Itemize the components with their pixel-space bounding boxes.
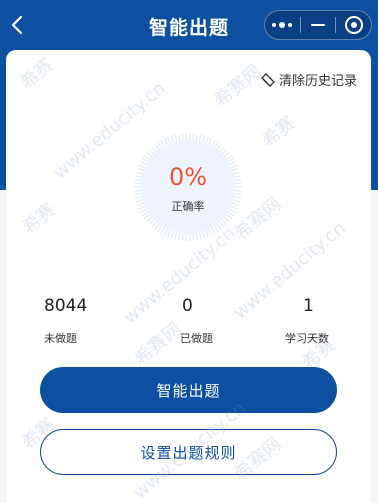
dial-tick: [201, 231, 206, 239]
dial-tick: [213, 141, 219, 149]
target-close-icon[interactable]: [336, 11, 371, 39]
dial-tick: [170, 231, 175, 239]
dial-tick: [207, 138, 213, 146]
accuracy-label: 正确率: [171, 200, 205, 213]
eraser-icon: [261, 72, 275, 87]
dial-tick: [174, 232, 178, 240]
dial-tick: [204, 230, 209, 238]
dial-tick: [198, 232, 202, 240]
dial-tick: [204, 136, 209, 144]
dial-tick: [207, 228, 213, 236]
dial-tick: [210, 139, 216, 147]
dial-tick: [146, 216, 153, 223]
dial-tick: [198, 134, 202, 142]
dial-tick: [181, 233, 184, 241]
stat-value: 0: [182, 296, 193, 316]
dial-tick: [221, 219, 228, 226]
dial-tick: [201, 135, 206, 143]
dial-tick: [195, 233, 199, 241]
quiz-rules-button[interactable]: 设置出题规则: [40, 429, 337, 475]
minimize-icon[interactable]: [301, 11, 336, 39]
dial-tick: [157, 225, 163, 233]
dial-tick: [218, 146, 225, 153]
stats-row: 8044 未做题 0 已做题 1 学习天数: [6, 296, 371, 356]
dial-tick: [167, 230, 172, 238]
dial-tick: [223, 151, 230, 158]
stat-label: 已做题: [180, 332, 213, 345]
dial-tick: [227, 157, 235, 163]
stat-value: 8044: [44, 296, 88, 316]
practice-card: 清除历史记录 0% 正确率 8044 未做题 0 已做题 1 学习天数 智能出题…: [6, 50, 371, 503]
dial-tick: [151, 221, 158, 228]
dial-tick: [218, 221, 225, 228]
dial-tick: [213, 225, 219, 233]
stat-answered: 0 已做题: [180, 296, 280, 346]
clear-history-label: 清除历史记录: [278, 74, 357, 89]
dial-tick: [192, 133, 195, 141]
smart-quiz-button[interactable]: 智能出题: [40, 367, 337, 413]
navigation-bar: 智能出题: [0, 0, 378, 50]
clear-history-button[interactable]: 清除历史记录: [261, 70, 357, 89]
stat-value: 1: [303, 296, 314, 316]
dial-tick: [216, 223, 222, 230]
more-dots-icon[interactable]: [265, 11, 300, 39]
stat-unanswered: 8044 未做题: [44, 296, 144, 346]
dial-tick: [234, 192, 242, 196]
dial-tick: [210, 227, 216, 235]
dial-tick: [177, 233, 181, 241]
accuracy-dial: 0% 正确率: [133, 132, 243, 242]
dial-tick: [154, 223, 160, 230]
stat-study-days: 1 学习天数: [285, 296, 378, 346]
dial-tick: [195, 133, 199, 141]
dial-tick: [163, 228, 169, 236]
dial-tick: [223, 216, 230, 223]
dial-tick: [134, 192, 142, 196]
dial-tick: [225, 214, 233, 220]
stat-label: 未做题: [44, 332, 77, 345]
dial-tick: [192, 233, 195, 241]
dial-tick: [143, 214, 151, 220]
dial-tick: [148, 219, 155, 226]
dial-tick: [221, 148, 228, 155]
mini-program-capsule: [264, 10, 372, 40]
stat-label: 学习天数: [285, 332, 329, 345]
dial-tick: [160, 227, 166, 235]
dial-tick: [225, 154, 233, 160]
dial-tick: [216, 144, 222, 151]
accuracy-value: 0%: [168, 163, 208, 191]
